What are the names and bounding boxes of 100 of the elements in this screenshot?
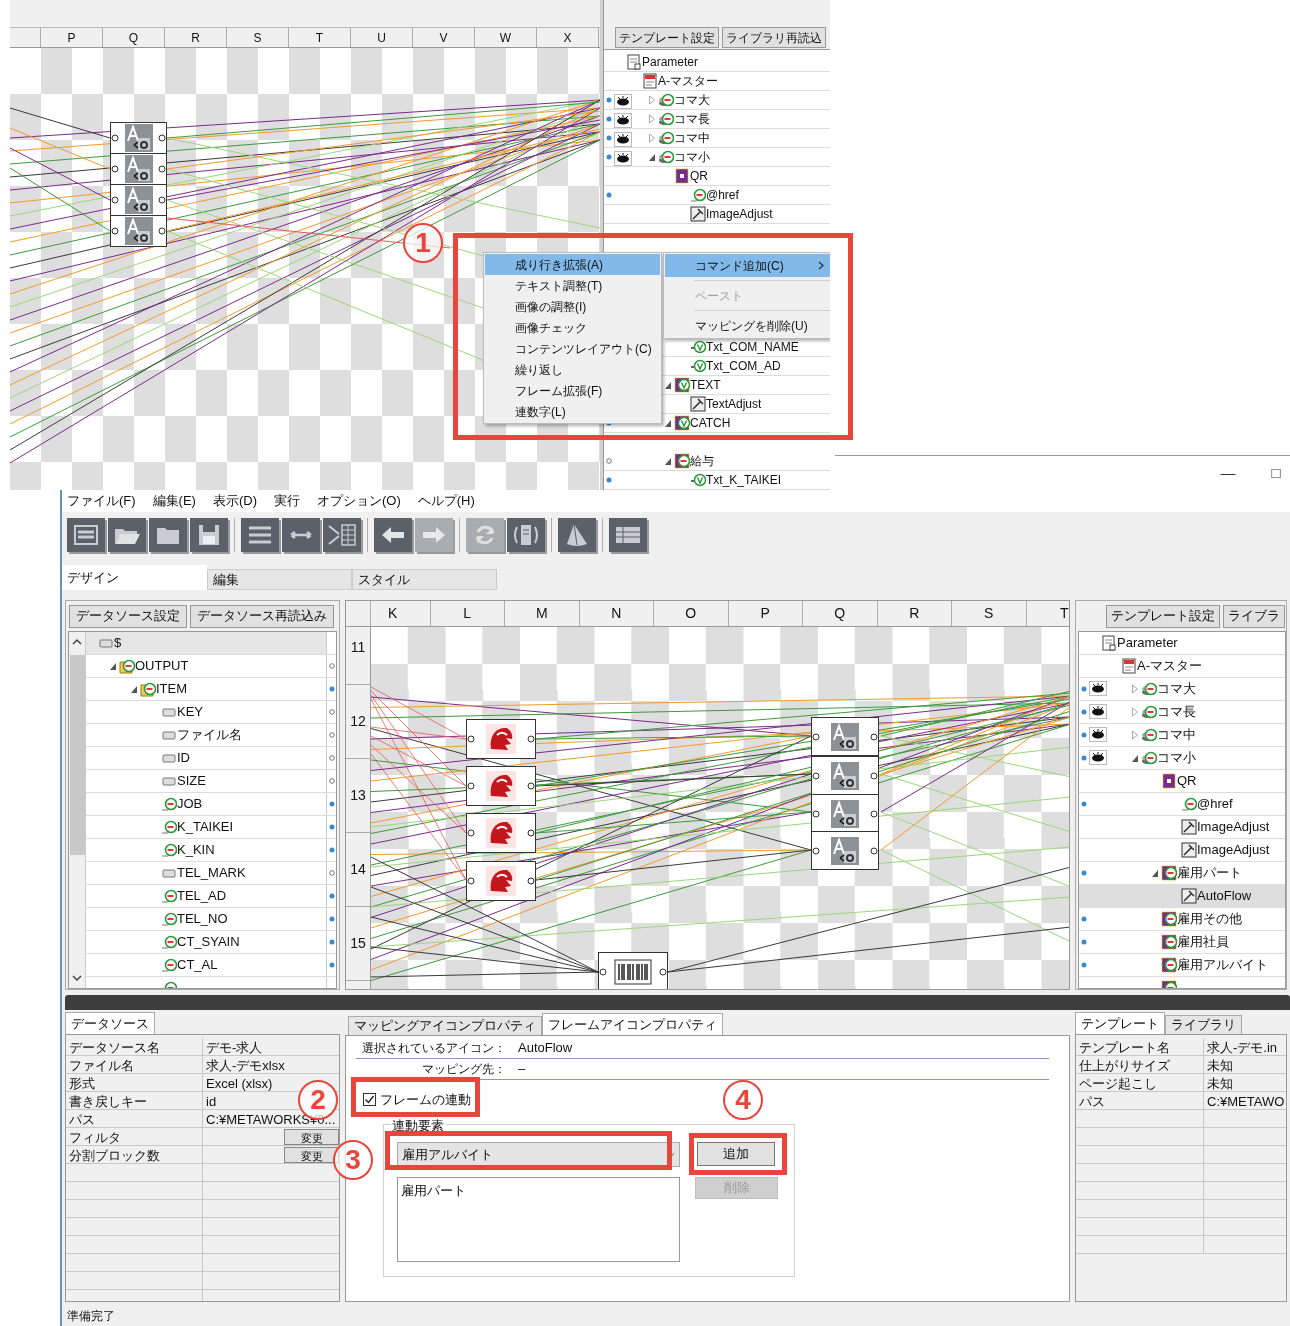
tree-item[interactable]: ImageAdjust — [604, 205, 830, 224]
tree-item[interactable]: @href — [604, 186, 830, 205]
tree-item[interactable]: QR — [1079, 770, 1285, 793]
tree-item[interactable]: SIZE — [86, 770, 336, 793]
panel-button[interactable]: ライブラ — [1223, 604, 1285, 628]
tree-item[interactable]: K_KIN — [86, 839, 336, 862]
dropdown[interactable]: 雇用アルバイト — [397, 1142, 680, 1167]
panel-button[interactable]: テンプレート設定 — [1106, 604, 1220, 628]
tree-item[interactable]: 給与 — [604, 452, 830, 471]
menu-item[interactable]: テキスト調整(T) — [485, 275, 660, 296]
tree-item[interactable]: コマ長 — [604, 110, 830, 129]
menu-item[interactable]: ヘルプ(H) — [417, 491, 475, 511]
tree-item[interactable]: コマ大 — [1079, 678, 1285, 701]
list-item[interactable]: 雇用パート — [398, 1181, 679, 1201]
frame-link-checkbox[interactable]: フレームの連動 — [363, 1090, 471, 1110]
tree-item[interactable]: ImageAdjust — [1079, 839, 1285, 862]
property-label: フィルタ — [66, 1128, 203, 1145]
tree-item[interactable]: Parameter — [604, 53, 830, 72]
panel-button[interactable]: データソース再読込み — [190, 604, 334, 628]
tab[interactable]: フレームアイコンプロパティ — [542, 1013, 723, 1035]
tab[interactable]: データソース — [65, 1012, 155, 1034]
tree-item[interactable]: ファイル名 — [86, 724, 336, 747]
tree-item[interactable]: Txt_K_TAIKEI — [604, 471, 830, 490]
tree-item[interactable]: AutoFlow — [1079, 885, 1285, 908]
row-header: 15 — [346, 907, 370, 981]
menu-item[interactable]: ファイル(F) — [67, 491, 136, 511]
panel-button[interactable]: ライブラリ再読込 — [722, 27, 826, 48]
tree-item[interactable]: TEL_NO — [86, 908, 336, 931]
minimize-button[interactable]: — — [1218, 461, 1238, 485]
tree-item[interactable]: ITEM — [86, 678, 336, 701]
tree-item[interactable]: K_TAIKEI — [86, 816, 336, 839]
tree-item[interactable]: $ — [86, 632, 336, 655]
column-header: T — [1058, 604, 1069, 623]
menu-item[interactable]: 成り行き拡張(A) — [485, 254, 660, 275]
menu-item[interactable]: 表示(D) — [212, 491, 257, 511]
tree-item[interactable]: ID — [86, 747, 336, 770]
tree-item[interactable]: TEL_AD — [86, 885, 336, 908]
tree-item[interactable]: コマ小 — [604, 148, 830, 167]
tree-item[interactable]: Parameter — [1079, 632, 1285, 655]
tree-item[interactable]: 雇用アルバイト — [1079, 954, 1285, 977]
tab[interactable]: 編集 — [207, 569, 352, 590]
tree-item[interactable]: コマ長 — [1079, 701, 1285, 724]
menu-item[interactable]: 画像の調整(I) — [485, 296, 660, 317]
tree-item[interactable]: 雇用社員 — [1079, 931, 1285, 954]
status-text: 準備完了 — [67, 1308, 115, 1325]
column-header: R — [877, 601, 952, 626]
column-header: R — [165, 28, 227, 47]
change-button[interactable]: 変更 — [284, 1147, 339, 1163]
column-header: M — [505, 601, 580, 626]
column-header: O — [654, 601, 729, 626]
row-header: 13 — [346, 759, 370, 833]
tree-item[interactable]: 雇用その他 — [1079, 908, 1285, 931]
property-label: ファイル名 — [66, 1056, 203, 1073]
maximize-button[interactable]: □ — [1266, 461, 1286, 485]
menu-item[interactable]: マッピングを削除(U) — [665, 314, 830, 337]
tree-item[interactable]: A-マスター — [1079, 655, 1285, 678]
tree-item[interactable]: OUTPUT — [86, 655, 336, 678]
tree-item[interactable]: TEL_MARK — [86, 862, 336, 885]
tree-item[interactable]: QR — [604, 167, 830, 186]
tree-item[interactable]: コマ中 — [604, 129, 830, 148]
field-value: AutoFlow — [518, 1039, 573, 1058]
property-value: 未知 — [1207, 1075, 1233, 1091]
tree-item[interactable]: 雇用パート — [1079, 862, 1285, 885]
column-header: S — [227, 28, 289, 47]
column-header: X — [537, 28, 599, 47]
tab[interactable]: スタイル — [352, 569, 497, 590]
tab[interactable]: テンプレート — [1075, 1012, 1165, 1034]
menu-item[interactable]: オプション(O) — [317, 491, 401, 511]
menu-item[interactable]: 編集(E) — [152, 491, 196, 511]
property-value: C:¥METAWO — [1207, 1093, 1285, 1109]
tree-item[interactable]: コマ小 — [1079, 747, 1285, 770]
tree-item[interactable]: コマ中 — [1079, 724, 1285, 747]
column-header: Q — [803, 601, 878, 626]
menu-item[interactable]: コマンド追加(C) — [665, 254, 830, 277]
add-button[interactable]: 追加 — [697, 1142, 775, 1166]
tree-item[interactable]: JOB — [86, 793, 336, 816]
column-header: S — [952, 601, 1027, 626]
property-label: 書き戻しキー — [66, 1092, 203, 1109]
change-button[interactable]: 変更 — [284, 1129, 339, 1145]
tree-item[interactable]: ImageAdjust — [1079, 816, 1285, 839]
panel-button[interactable]: テンプレート設定 — [615, 27, 719, 48]
tree-item[interactable]: CT_AL — [86, 954, 336, 977]
property-label: テンプレート名 — [1076, 1038, 1204, 1055]
menu-item[interactable]: 画像チェック — [485, 317, 660, 338]
tab[interactable]: デザイン — [62, 565, 207, 590]
tree-item[interactable]: コマ大 — [604, 91, 830, 110]
tab[interactable]: マッピングアイコンプロパティ — [348, 1016, 542, 1035]
row-header: 11 — [346, 627, 370, 685]
menu-item[interactable]: 実行 — [274, 491, 300, 511]
tree-item[interactable]: CT_SYAIN — [86, 931, 336, 954]
column-header: V — [413, 28, 475, 47]
panel-button[interactable]: データソース設定 — [69, 604, 187, 628]
property-label: データソース名 — [66, 1038, 203, 1055]
row-header: 12 — [346, 685, 370, 759]
column-header: T — [289, 28, 351, 47]
field-label: 選択されているアイコン： — [361, 1040, 506, 1057]
tree-item[interactable]: A-マスター — [604, 72, 830, 91]
property-label: 仕上がりサイズ — [1076, 1056, 1204, 1073]
tree-item[interactable]: KEY — [86, 701, 336, 724]
tab[interactable]: ライブラリ — [1165, 1015, 1242, 1034]
